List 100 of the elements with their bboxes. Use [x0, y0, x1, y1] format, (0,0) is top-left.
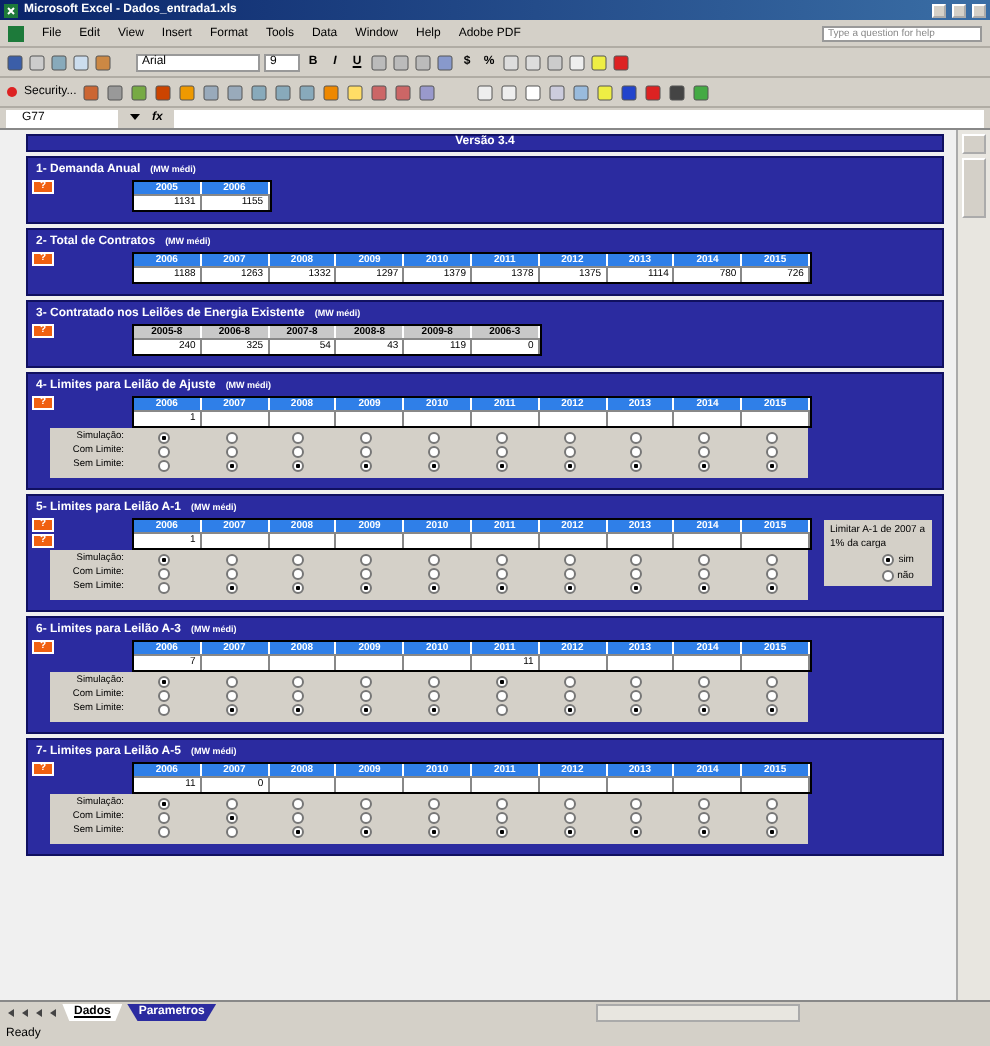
table-cell[interactable]: [539, 532, 608, 548]
formula-field[interactable]: [174, 109, 984, 127]
radio-button[interactable]: [292, 704, 305, 716]
table-cell[interactable]: [471, 532, 540, 548]
table-cell[interactable]: [201, 532, 270, 548]
radio-button[interactable]: [630, 554, 643, 566]
radio-button[interactable]: [563, 460, 576, 472]
radio-button[interactable]: [766, 798, 779, 810]
radio-button[interactable]: [630, 690, 643, 702]
radio-button[interactable]: [563, 582, 576, 594]
table-cell[interactable]: [742, 776, 810, 792]
table-cell[interactable]: [404, 410, 472, 426]
radio-button[interactable]: [563, 812, 576, 824]
radio-button[interactable]: [225, 704, 238, 716]
radio-button[interactable]: [698, 676, 711, 688]
table-cell[interactable]: [336, 410, 405, 426]
table-cell[interactable]: [742, 532, 810, 548]
radio-button[interactable]: [292, 582, 305, 594]
radio-button[interactable]: [225, 676, 238, 688]
table-cell[interactable]: [269, 532, 337, 548]
radio-button[interactable]: [157, 798, 170, 810]
radio-button[interactable]: [225, 446, 238, 458]
radio-button[interactable]: [225, 554, 238, 566]
radio-button[interactable]: [766, 812, 779, 824]
radio-button[interactable]: [495, 568, 508, 580]
radio-button[interactable]: [428, 554, 441, 566]
table-cell[interactable]: [607, 532, 675, 548]
radio-button[interactable]: [630, 798, 643, 810]
table-cell[interactable]: [201, 654, 270, 670]
table-cell[interactable]: [336, 532, 405, 548]
radio-button[interactable]: [698, 568, 711, 580]
radio-button[interactable]: [157, 812, 170, 824]
radio-button[interactable]: [157, 582, 170, 594]
radio-button[interactable]: [495, 690, 508, 702]
radio-button[interactable]: [698, 432, 711, 444]
radio-button[interactable]: [563, 554, 576, 566]
radio-button[interactable]: [881, 570, 894, 582]
radio-button[interactable]: [428, 704, 441, 716]
radio-button[interactable]: [225, 460, 238, 472]
radio-button[interactable]: [157, 676, 170, 688]
radio-button[interactable]: [360, 690, 373, 702]
radio-button[interactable]: [157, 554, 170, 566]
close-button[interactable]: [972, 3, 986, 17]
dropdown-icon[interactable]: [130, 114, 140, 122]
radio-button[interactable]: [360, 568, 373, 580]
radio-button[interactable]: [766, 554, 779, 566]
radio-button[interactable]: [292, 826, 305, 838]
radio-button[interactable]: [563, 676, 576, 688]
table-cell[interactable]: [539, 654, 608, 670]
radio-button[interactable]: [495, 460, 508, 472]
radio-button[interactable]: [292, 798, 305, 810]
radio-button[interactable]: [157, 826, 170, 838]
radio-button[interactable]: [563, 798, 576, 810]
radio-button[interactable]: [360, 446, 373, 458]
radio-button[interactable]: [495, 704, 508, 716]
table-cell[interactable]: [471, 776, 540, 792]
table-cell[interactable]: [607, 776, 675, 792]
table-cell[interactable]: [404, 532, 472, 548]
radio-button[interactable]: [292, 690, 305, 702]
radio-button[interactable]: [630, 826, 643, 838]
radio-button[interactable]: [698, 826, 711, 838]
table-cell[interactable]: [404, 776, 472, 792]
radio-button[interactable]: [360, 704, 373, 716]
radio-button[interactable]: [360, 582, 373, 594]
radio-button[interactable]: [225, 798, 238, 810]
radio-button[interactable]: [360, 826, 373, 838]
radio-button[interactable]: [428, 568, 441, 580]
radio-button[interactable]: [698, 704, 711, 716]
radio-button[interactable]: [563, 690, 576, 702]
radio-button[interactable]: [698, 798, 711, 810]
radio-button[interactable]: [428, 798, 441, 810]
vertical-scrollbar[interactable]: [956, 130, 990, 1000]
radio-button[interactable]: [428, 460, 441, 472]
radio-button[interactable]: [292, 568, 305, 580]
radio-button[interactable]: [428, 812, 441, 824]
radio-button[interactable]: [882, 554, 895, 566]
radio-button[interactable]: [428, 446, 441, 458]
table-cell[interactable]: [674, 776, 743, 792]
radio-button[interactable]: [766, 676, 779, 688]
radio-button[interactable]: [698, 582, 711, 594]
radio-button[interactable]: [360, 812, 373, 824]
radio-button[interactable]: [360, 798, 373, 810]
radio-button[interactable]: [495, 446, 508, 458]
radio-button[interactable]: [292, 432, 305, 444]
table-cell[interactable]: [742, 654, 810, 670]
radio-button[interactable]: [495, 826, 508, 838]
radio-button[interactable]: [292, 676, 305, 688]
radio-button[interactable]: [698, 460, 711, 472]
table-cell[interactable]: [269, 654, 337, 670]
radio-button[interactable]: [428, 432, 441, 444]
radio-button[interactable]: [225, 568, 238, 580]
radio-button[interactable]: [225, 812, 238, 824]
radio-button[interactable]: [563, 446, 576, 458]
radio-button[interactable]: [495, 798, 508, 810]
radio-button[interactable]: [157, 432, 170, 444]
maximize-button[interactable]: [952, 3, 966, 17]
minimize-button[interactable]: [932, 3, 946, 17]
radio-button[interactable]: [563, 432, 576, 444]
radio-button[interactable]: [292, 446, 305, 458]
radio-button[interactable]: [428, 690, 441, 702]
